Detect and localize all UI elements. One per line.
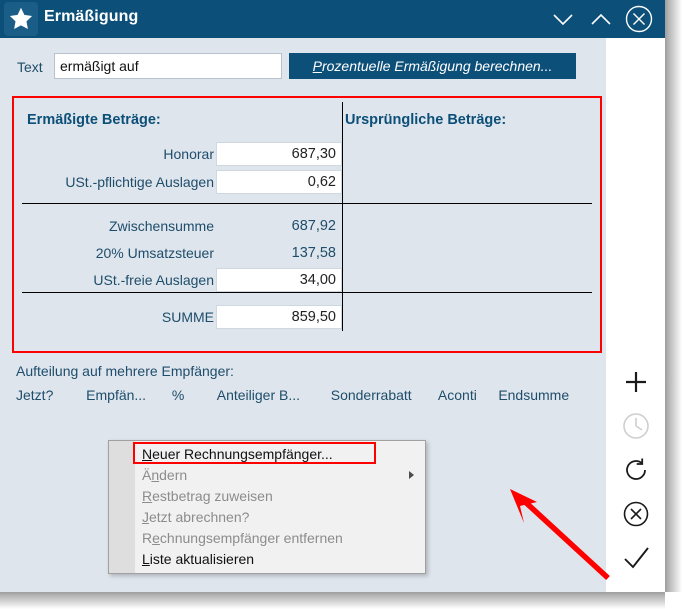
column-header-sonderrabatt[interactable]: Sonderrabatt bbox=[331, 387, 438, 403]
menu-item-jetzt-abrechnen: Jetzt abrechnen? bbox=[135, 507, 424, 528]
history-button bbox=[612, 404, 660, 448]
table-row-total[interactable]: SUMME 859,50 bbox=[14, 305, 346, 331]
menu-item-label: dern bbox=[159, 467, 188, 483]
menu-item-aendern: Ändern bbox=[135, 465, 424, 486]
column-header-endsumme[interactable]: Endsumme bbox=[498, 387, 586, 403]
row-label: SUMME bbox=[161, 309, 214, 325]
split-section-title: Aufteilung auf mehrere Empfänger: bbox=[16, 363, 234, 379]
menu-item-label: euer Rechnungsempfänger... bbox=[152, 446, 333, 462]
menu-accel: n bbox=[151, 467, 160, 483]
window-edge-bottom bbox=[0, 592, 682, 609]
menu-accel: L bbox=[142, 551, 150, 567]
menu-item-label: etzt abrechnen? bbox=[149, 509, 250, 525]
menu-item-neuer-rechnungsempfaenger[interactable]: Neuer Rechnungsempfänger... bbox=[135, 444, 424, 465]
menu-item-prefix: R bbox=[142, 530, 153, 546]
context-menu[interactable]: Neuer Rechnungsempfänger... Ändern Restb… bbox=[108, 440, 426, 574]
table-row: 20% Umsatzsteuer 137,58 bbox=[14, 241, 346, 267]
table-row: Zwischensumme 687,92 bbox=[14, 214, 346, 240]
row-label: Honorar bbox=[163, 146, 214, 162]
window-edge-right bbox=[665, 0, 682, 609]
row-value: 859,50 bbox=[291, 309, 336, 325]
window-edge-corner bbox=[665, 592, 682, 609]
menu-item-label: estbetrag zuweisen bbox=[152, 488, 273, 504]
menu-accel: R bbox=[142, 488, 153, 504]
calc-button-label: rozentuelle Ermäßigung berechnen... bbox=[321, 58, 553, 74]
maximize-button[interactable] bbox=[583, 3, 619, 35]
sidebar-actions bbox=[612, 360, 660, 580]
table-row[interactable]: USt.-freie Auslagen 34,00 bbox=[14, 268, 346, 294]
row-value: 0,62 bbox=[307, 174, 336, 190]
row-value: 687,30 bbox=[291, 146, 336, 162]
window-controls bbox=[545, 3, 657, 35]
menu-gutter bbox=[109, 441, 135, 573]
calc-button-accel: P bbox=[312, 58, 322, 74]
column-header-prozent[interactable]: % bbox=[172, 387, 217, 403]
menu-accel: J bbox=[142, 509, 149, 525]
row-label: Zwischensumme bbox=[108, 218, 214, 234]
reduced-amounts-header: Ermäßigte Beträge: bbox=[27, 112, 161, 128]
row-value: 34,00 bbox=[299, 272, 336, 288]
table-row[interactable]: Honorar 687,30 bbox=[14, 142, 346, 168]
minimize-button[interactable] bbox=[545, 3, 581, 35]
text-input[interactable] bbox=[54, 53, 282, 79]
menu-item-liste-aktualisieren[interactable]: Liste aktualisieren bbox=[135, 549, 424, 570]
submenu-arrow-icon bbox=[409, 471, 414, 479]
text-field-label: Text bbox=[17, 59, 43, 75]
amounts-table: Ermäßigte Beträge: Ursprüngliche Beträge… bbox=[14, 98, 600, 351]
title-bar: Ermäßigung bbox=[0, 0, 665, 38]
row-value: 137,58 bbox=[291, 245, 336, 261]
calculate-percentage-discount-button[interactable]: Prozentuelle Ermäßigung berechnen... bbox=[289, 53, 576, 79]
column-header-empfaenger[interactable]: Empfän... bbox=[86, 387, 172, 403]
column-header-anteiliger-b[interactable]: Anteiliger B... bbox=[217, 387, 331, 403]
menu-item-list: Neuer Rechnungsempfänger... Ändern Restb… bbox=[135, 444, 424, 570]
window-title: Ermäßigung bbox=[44, 8, 139, 25]
close-button[interactable] bbox=[621, 3, 657, 35]
star-icon bbox=[4, 2, 38, 36]
original-amounts-header: Ursprüngliche Beträge: bbox=[345, 112, 507, 128]
menu-item-prefix: Ä bbox=[142, 467, 152, 483]
column-header-aconti[interactable]: Aconti bbox=[438, 387, 498, 403]
row-label: USt.-freie Auslagen bbox=[93, 272, 214, 288]
row-label: USt.-pflichtige Auslagen bbox=[65, 174, 214, 190]
row-value: 687,92 bbox=[291, 218, 336, 234]
menu-accel: e bbox=[152, 530, 160, 546]
menu-item-restbetrag-zuweisen: Restbetrag zuweisen bbox=[135, 486, 424, 507]
cancel-button[interactable] bbox=[612, 492, 660, 536]
refresh-button[interactable] bbox=[612, 448, 660, 492]
menu-item-rechnungsempfaenger-entfernen: Rechnungsempfänger entfernen bbox=[135, 528, 424, 549]
menu-item-label: iste aktualisieren bbox=[149, 551, 255, 567]
subtotal-divider-line bbox=[22, 203, 592, 204]
menu-accel: N bbox=[142, 446, 153, 462]
menu-item-label: chnungsempfänger entfernen bbox=[159, 530, 343, 546]
split-column-headers: Jetzt? Empfän... % Anteiliger B... Sonde… bbox=[16, 387, 586, 403]
column-header-jetzt[interactable]: Jetzt? bbox=[16, 387, 86, 403]
row-label: 20% Umsatzsteuer bbox=[95, 245, 214, 261]
confirm-button[interactable] bbox=[612, 536, 660, 580]
add-button[interactable] bbox=[612, 360, 660, 404]
application-window: Ermäßigung Text ermäßigt auf Prozentuell… bbox=[0, 0, 682, 609]
table-row[interactable]: USt.-pflichtige Auslagen 0,62 bbox=[14, 170, 346, 196]
